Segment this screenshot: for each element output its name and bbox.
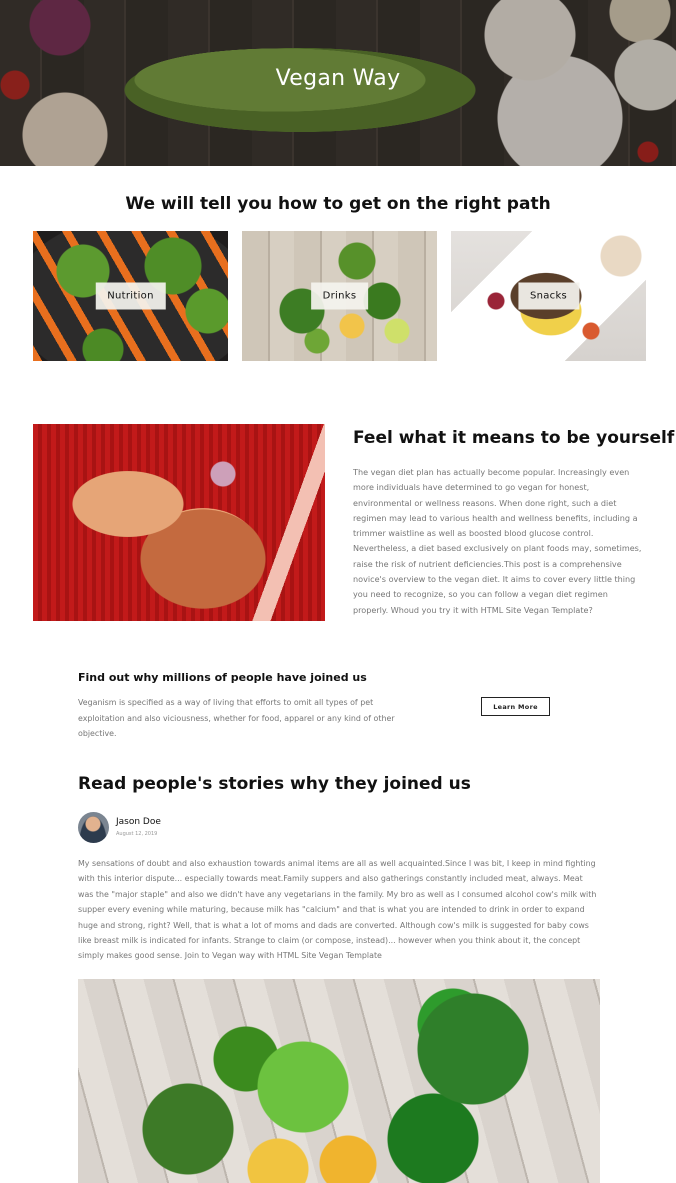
site-title: Vegan Way (275, 66, 401, 91)
learn-more-button[interactable]: Learn More (481, 697, 550, 716)
feature-image (33, 424, 325, 621)
story-image (78, 979, 600, 1183)
category-label-drinks: Drinks (310, 282, 369, 310)
join-title: Find out why millions of people have joi… (78, 671, 367, 684)
author-date: August 12, 2019 (116, 831, 158, 837)
feature-title: Feel what it means to be yourself (353, 428, 675, 448)
story-text: My sensations of doubt and also exhausti… (78, 859, 597, 961)
hero-banner: Vegan Way (0, 0, 676, 166)
category-card-snacks[interactable]: Snacks (451, 231, 646, 361)
stories-title: Read people's stories why they joined us (78, 774, 471, 794)
join-text: Veganism is specified as a way of living… (78, 698, 395, 738)
author-name: Jason Doe (116, 817, 161, 827)
category-label-nutrition: Nutrition (95, 282, 166, 310)
category-card-drinks[interactable]: Drinks (242, 231, 437, 361)
avatar (78, 812, 109, 843)
category-label-snacks: Snacks (517, 282, 580, 310)
feature-text: The vegan diet plan has actually become … (353, 467, 642, 615)
path-section-heading: We will tell you how to get on the right… (125, 194, 551, 214)
category-card-nutrition[interactable]: Nutrition (33, 231, 228, 361)
